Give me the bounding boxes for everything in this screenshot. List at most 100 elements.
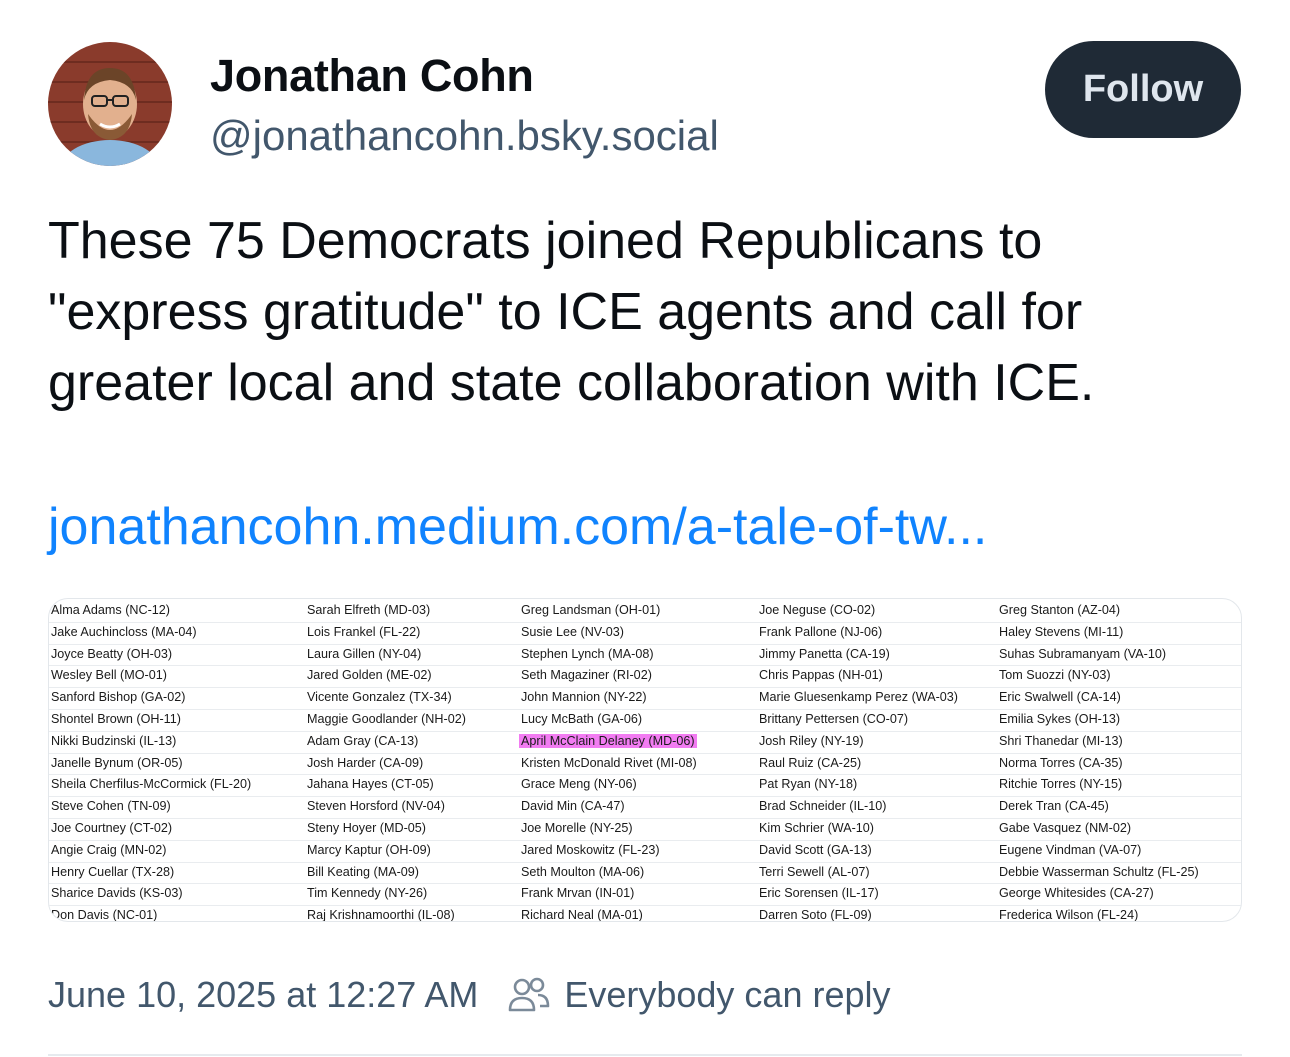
- table-cell: Grace Meng (NY-06): [521, 777, 637, 792]
- highlighted-name: April McClain Delaney (MD-06): [519, 733, 697, 748]
- table-cell: Pat Ryan (NY-18): [759, 777, 858, 792]
- table-cell: Norma Torres (CA-35): [999, 755, 1123, 770]
- table-gridline: [49, 665, 1241, 667]
- embedded-image[interactable]: Alma Adams (NC-12) Jake Auchincloss (MA-0…: [48, 598, 1242, 922]
- table-cell: Ritchie Torres (NY-15): [999, 777, 1123, 792]
- table-cell: Seth Moulton (MA-06): [521, 864, 645, 879]
- table-cell: Wesley Bell (MO-01): [51, 668, 167, 683]
- table-cell: Frederica Wilson (FL-24): [999, 908, 1139, 922]
- table-cell: Steny Hoyer (MD-05): [307, 821, 426, 835]
- table-cell: Maggie Goodlander (NH-02): [307, 712, 466, 726]
- table-cell: Tim Kennedy (NY-26): [307, 886, 428, 901]
- table-cell: Adam Gray (CA-13): [307, 733, 419, 748]
- table-cell: Joe Courtney (CT-02): [51, 821, 173, 835]
- post-meta: June 10, 2025 at 12:27 AM Everybody can …: [48, 974, 891, 1016]
- table-cell: Josh Riley (NY-19): [759, 733, 864, 748]
- table-cell: Greg Stanton (AZ-04): [999, 603, 1121, 617]
- table-cell: David Scott (GA-13): [759, 842, 872, 857]
- table-gridline: [49, 752, 1241, 754]
- table-cell: Darren Soto (FL-09): [759, 908, 872, 922]
- table-cell: Bill Keating (MA-09): [307, 864, 419, 879]
- table-cell: Eric Sorensen (IL-17): [759, 886, 879, 901]
- table-cell: Terri Sewell (AL-07): [759, 864, 870, 879]
- table-cell: Jahana Hayes (CT-05): [307, 777, 434, 792]
- table-cell: Sheila Cherfilus-McCormick (FL-20): [51, 777, 252, 792]
- post-link[interactable]: jonathancohn.medium.com/a-tale-of-tw...: [48, 497, 987, 557]
- table-cell: Shri Thanedar (MI-13): [999, 733, 1123, 748]
- table-cell: Jared Moskowitz (FL-23): [521, 842, 660, 857]
- table-cell: Jake Auchincloss (MA-04): [51, 624, 197, 639]
- table-cell: Steven Horsford (NV-04): [307, 799, 445, 814]
- table-cell: Derek Tran (CA-45): [999, 799, 1109, 814]
- author-name[interactable]: Jonathan Cohn: [210, 50, 534, 102]
- table-cell: Joyce Beatty (OH-03): [51, 646, 173, 661]
- table-cell: Joe Morelle (NY-25): [521, 821, 633, 835]
- table-gridline: [49, 709, 1241, 710]
- table-cell: Sarah Elfreth (MD-03): [307, 603, 431, 617]
- table-cell: Seth Magaziner (RI-02): [521, 668, 652, 683]
- table-cell: Henry Cuellar (TX-28): [51, 864, 175, 879]
- table-cell: Laura Gillen (NY-04): [307, 646, 422, 661]
- table-cell: Don Davis (NC-01): [51, 908, 158, 922]
- table-cell: Stephen Lynch (MA-08): [521, 646, 654, 661]
- table-cell: Sharice Davids (KS-03): [51, 886, 183, 901]
- table-gridline: [49, 621, 1241, 623]
- table-gridline: [49, 861, 1241, 863]
- follow-button[interactable]: Follow: [1045, 41, 1241, 138]
- table-cell: Frank Mrvan (IN-01): [521, 886, 635, 901]
- table-gridline: [49, 818, 1241, 819]
- author-handle[interactable]: @jonathancohn.bsky.social: [210, 112, 719, 160]
- table-cell: Lois Frankel (FL-22): [307, 624, 421, 639]
- table-cell: Marcy Kaptur (OH-09): [307, 842, 431, 857]
- avatar-photo: [48, 42, 172, 166]
- table-cell: Janelle Bynum (OR-05): [51, 755, 183, 770]
- table-cell: Chris Pappas (NH-01): [759, 668, 883, 683]
- table-cell: Joe Neguse (CO-02): [759, 603, 876, 617]
- table-cell: Kim Schrier (WA-10): [759, 821, 874, 835]
- table-cell: Brad Schneider (IL-10): [759, 799, 887, 814]
- table-cell: Alma Adams (NC-12): [51, 603, 170, 617]
- table-cell: April McClain Delaney (MD-06): [519, 733, 697, 749]
- table-cell: Shontel Brown (OH-11): [51, 712, 181, 726]
- table-cell: Marie Gluesenkamp Perez (WA-03): [759, 690, 958, 705]
- avatar[interactable]: [48, 42, 172, 166]
- table-cell: Lucy McBath (GA-06): [521, 712, 643, 726]
- people-icon: [509, 977, 550, 1012]
- table-gridline: [49, 796, 1241, 798]
- table-cell: Nikki Budzinski (IL-13): [51, 733, 177, 748]
- divider: [48, 1054, 1242, 1056]
- table-gridline: [49, 839, 1241, 841]
- table-cell: George Whitesides (CA-27): [999, 886, 1154, 901]
- table-cell: John Mannion (NY-22): [521, 690, 647, 705]
- table-gridline: [49, 774, 1241, 776]
- table-gridline: [49, 905, 1241, 907]
- table-cell: Suhas Subramanyam (VA-10): [999, 646, 1167, 661]
- table-cell: Emilia Sykes (OH-13): [999, 712, 1121, 726]
- post-text: These 75 Democrats joined Republicans to…: [48, 212, 1095, 412]
- table-cell: David Min (CA-47): [521, 799, 625, 814]
- reply-setting[interactable]: Everybody can reply: [508, 974, 891, 1016]
- reply-setting-label: Everybody can reply: [564, 974, 891, 1015]
- table-cell: Eric Swalwell (CA-14): [999, 690, 1121, 705]
- table-cell: Raj Krishnamoorthi (IL-08): [307, 908, 455, 922]
- table-cell: Debbie Wasserman Schultz (FL-25): [999, 864, 1199, 879]
- table-cell: Gabe Vasquez (NM-02): [999, 821, 1132, 835]
- table-cell: Raul Ruiz (CA-25): [759, 755, 862, 770]
- table-cell: Kristen McDonald Rivet (MI-08): [521, 755, 697, 770]
- table-gridline: [49, 730, 1241, 732]
- table-cell: Angie Craig (MN-02): [51, 842, 167, 857]
- table-cell: Richard Neal (MA-01): [521, 908, 643, 922]
- table-cell: Haley Stevens (MI-11): [999, 624, 1124, 639]
- table-cell: Jimmy Panetta (CA-19): [759, 646, 890, 661]
- table-cell: Susie Lee (NV-03): [521, 624, 624, 639]
- table-cell: Jared Golden (ME-02): [307, 668, 432, 683]
- table-cell: Greg Landsman (OH-01): [521, 603, 661, 617]
- table-cell: Frank Pallone (NJ-06): [759, 624, 883, 639]
- table-cell: Vicente Gonzalez (TX-34): [307, 690, 452, 705]
- table-gridline: [49, 883, 1241, 885]
- table-cell: Steve Cohen (TN-09): [51, 799, 171, 814]
- table-gridline: [49, 643, 1241, 645]
- table-gridline: [49, 687, 1241, 689]
- post-timestamp[interactable]: June 10, 2025 at 12:27 AM: [48, 974, 478, 1016]
- table-cell: Eugene Vindman (VA-07): [999, 842, 1142, 857]
